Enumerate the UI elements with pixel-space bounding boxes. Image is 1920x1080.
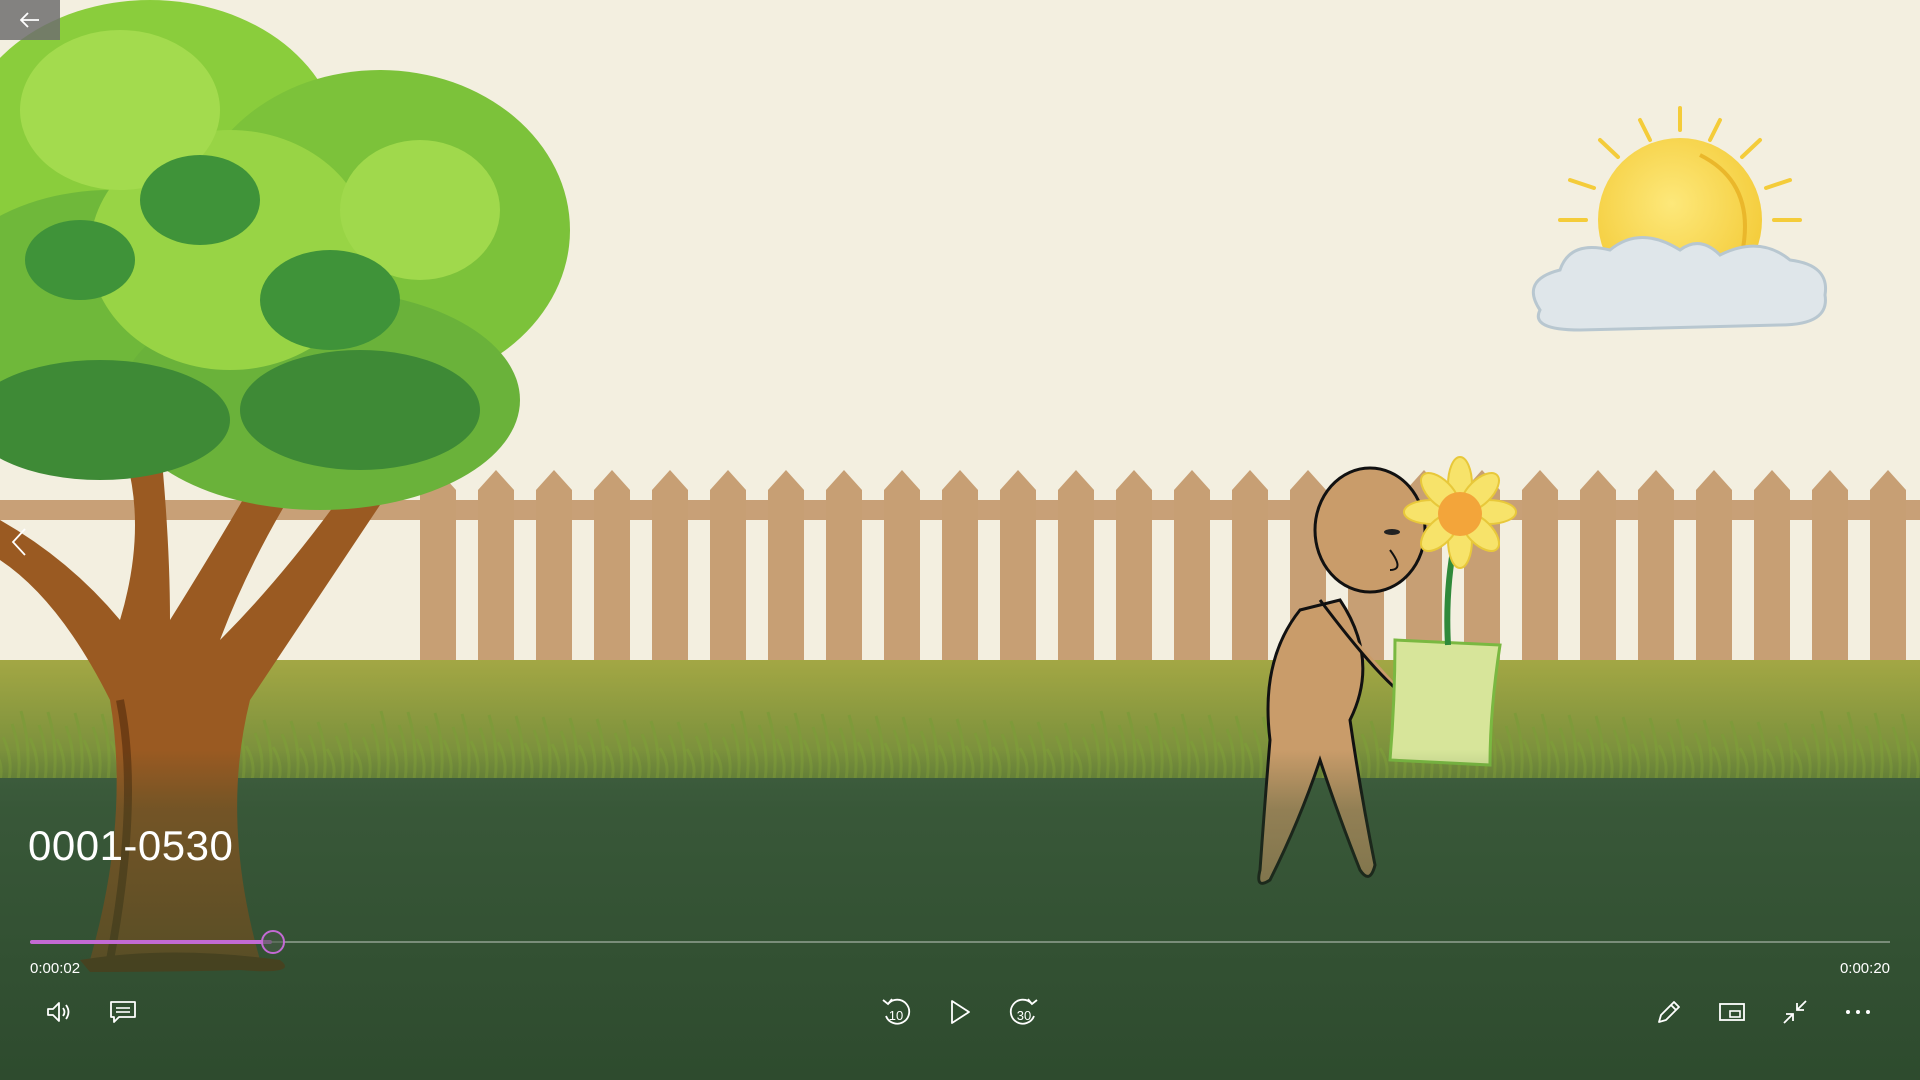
exit-fullscreen-icon xyxy=(1783,1000,1807,1024)
more-icon xyxy=(1846,1010,1870,1014)
play-icon xyxy=(951,1000,970,1024)
skip-forward-button[interactable]: 30 xyxy=(1004,992,1044,1032)
edit-button[interactable] xyxy=(1649,992,1689,1032)
seek-bar[interactable] xyxy=(30,930,1890,954)
exit-fullscreen-button[interactable] xyxy=(1775,992,1815,1032)
volume-button[interactable] xyxy=(40,992,80,1032)
back-button[interactable] xyxy=(0,0,60,40)
skip-forward-label: 30 xyxy=(1016,1008,1032,1023)
pencil-icon xyxy=(1658,1001,1680,1023)
captions-button[interactable] xyxy=(103,992,143,1032)
mini-view-button[interactable] xyxy=(1712,992,1752,1032)
seek-progress xyxy=(30,940,272,944)
total-duration: 0:00:20 xyxy=(1839,960,1890,977)
video-title: 0001-0530 xyxy=(28,822,234,869)
picture-in-picture-icon xyxy=(1719,1003,1745,1021)
back-arrow-icon xyxy=(20,12,39,28)
skip-back-button[interactable]: 10 xyxy=(876,992,916,1032)
skip-back-label: 10 xyxy=(888,1008,904,1023)
more-options-button[interactable] xyxy=(1838,992,1878,1032)
volume-icon xyxy=(47,1002,70,1022)
previous-button[interactable] xyxy=(6,520,32,564)
play-button[interactable] xyxy=(940,992,980,1032)
chevron-left-icon xyxy=(11,528,26,556)
current-time: 0:00:02 xyxy=(30,960,81,977)
seek-track xyxy=(30,941,1890,943)
seek-thumb[interactable] xyxy=(260,930,285,954)
captions-icon xyxy=(110,1001,136,1023)
